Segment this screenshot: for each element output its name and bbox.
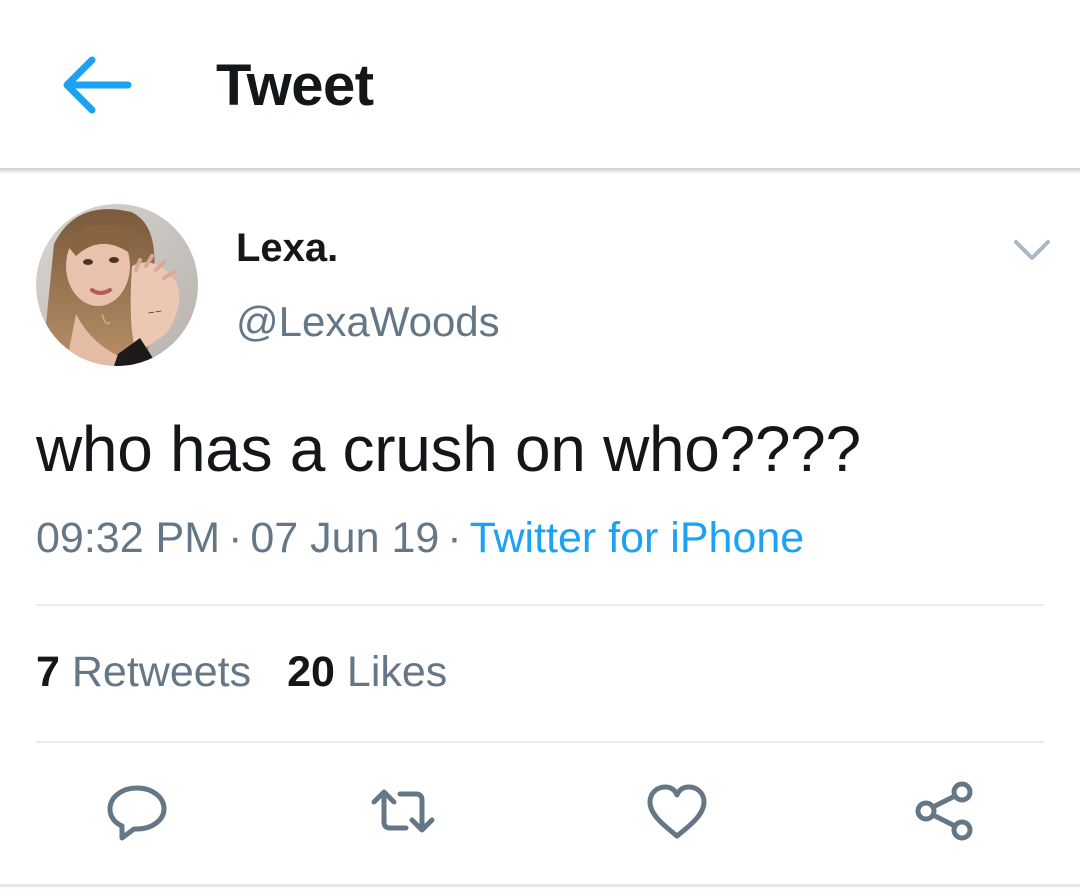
profile-photo: ~~ xyxy=(36,204,198,366)
tweet-source-link[interactable]: Twitter for iPhone xyxy=(470,514,805,562)
like-button[interactable] xyxy=(642,778,712,844)
page-title: Tweet xyxy=(216,53,374,118)
retweets-stat[interactable]: 7 Retweets xyxy=(36,648,251,696)
share-nodes-icon xyxy=(915,781,973,841)
comment-bubble-icon xyxy=(107,785,167,841)
top-app-bar: Tweet xyxy=(0,0,1080,168)
bottom-divider xyxy=(0,884,1080,887)
tweet-metadata: 09:32 PM · 07 Jun 19 · Twitter for iPhone xyxy=(36,514,804,563)
share-button[interactable] xyxy=(910,778,980,844)
tweet-date: 07 Jun 19 xyxy=(250,514,440,562)
retweet-arrows-icon xyxy=(371,789,435,833)
retweet-button[interactable] xyxy=(368,778,438,844)
tweet-options-button[interactable] xyxy=(1008,230,1056,270)
tweet-stats: 7 Retweets 20 Likes xyxy=(36,648,447,697)
back-button[interactable] xyxy=(56,50,136,120)
tweet-text: who has a crush on who???? xyxy=(36,413,861,485)
retweets-count: 7 xyxy=(36,648,60,696)
author-display-name[interactable]: Lexa. xyxy=(236,226,338,271)
arrow-left-icon xyxy=(63,56,132,114)
likes-stat[interactable]: 20 Likes xyxy=(287,648,447,696)
divider xyxy=(36,604,1044,606)
retweets-label: Retweets xyxy=(71,648,252,696)
tweet-time: 09:32 PM xyxy=(36,514,221,562)
avatar[interactable]: ~~ xyxy=(36,204,198,366)
author-handle[interactable]: @LexaWoods xyxy=(236,298,500,346)
meta-separator: · xyxy=(228,514,243,562)
heart-icon xyxy=(647,784,707,839)
likes-count: 20 xyxy=(287,648,335,696)
reply-button[interactable] xyxy=(102,778,172,844)
header-divider xyxy=(0,168,1080,174)
divider xyxy=(36,741,1044,743)
chevron-down-icon xyxy=(1014,240,1050,260)
likes-label: Likes xyxy=(346,648,448,696)
meta-separator: · xyxy=(447,514,462,562)
